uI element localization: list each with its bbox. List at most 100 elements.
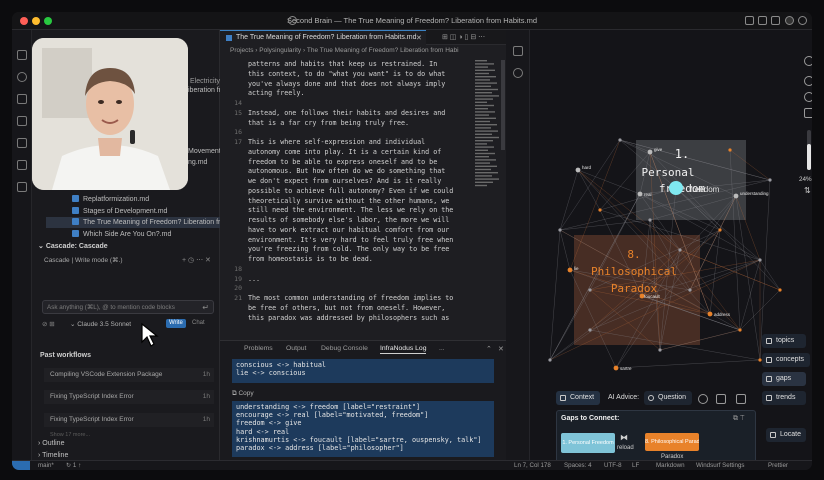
graph-node[interactable] [728,148,732,152]
outline-section[interactable]: › Outline [38,440,64,447]
copy-button[interactable]: ⧉ Copy [232,390,254,398]
graph-node[interactable] [718,228,722,232]
filter-concepts-button[interactable]: concepts [762,353,810,367]
settings-panel-icon[interactable] [736,394,746,404]
graph-node[interactable] [548,358,552,362]
docker-icon[interactable] [17,182,27,192]
expand-vertical-icon[interactable]: ⇅ [804,186,811,195]
locate-button[interactable]: Locate [766,428,806,442]
layers-icon[interactable] [804,108,812,118]
workflow-item[interactable]: Fixing TypeScript Index Error 1h [44,413,214,427]
graph-node[interactable] [567,267,573,273]
model-selector[interactable]: ⌄ Claude 3.5 Sonnet [70,320,131,328]
document-icon[interactable] [513,46,523,56]
context-button[interactable]: Context [556,391,600,405]
workflow-item[interactable]: Fixing TypeScript Index Error 1h [44,390,214,404]
settings-gear-icon[interactable] [798,16,807,25]
account-icon[interactable] [785,16,794,25]
graph-node[interactable] [613,365,619,371]
layout-sidebar-icon[interactable] [745,16,754,25]
graph-node[interactable] [758,258,762,262]
timeline-section[interactable]: › Timeline [38,452,68,459]
graph-node[interactable] [658,348,662,352]
file-item[interactable]: Replatformization.md [72,195,149,203]
question-button[interactable]: Question [644,391,692,405]
cascade-input[interactable]: Ask anything (⌘L), @ to mention code blo… [47,304,175,311]
editor-scrollbar[interactable] [501,60,505,150]
info-icon[interactable] [698,394,708,404]
workflow-item[interactable]: Compiling VSCode Extension Package 1h [44,368,214,382]
file-item-partial[interactable]: Electricity [190,78,220,85]
run-debug-icon[interactable] [17,116,27,126]
reload-label[interactable]: reload [617,445,634,451]
show-more-workflows-link[interactable]: Show 17 more... [50,432,90,438]
panel-collapse-icon[interactable]: ⌃ [486,345,492,353]
graph-node[interactable] [588,288,592,292]
graph-node[interactable] [558,228,562,232]
cascade-attach-icons[interactable]: ⊘ ⊞ [42,320,55,328]
source-control-icon[interactable] [17,94,27,104]
zoom-slider[interactable] [807,130,811,170]
filter-trends-button[interactable]: trends [762,391,806,405]
graph-node[interactable] [648,218,652,222]
layout-panel-icon[interactable] [758,16,767,25]
extensions-icon[interactable] [17,138,27,148]
search-icon[interactable] [288,16,297,25]
remote-indicator[interactable] [12,461,30,470]
file-item[interactable]: Stages of Development.md [72,207,167,215]
tab-more[interactable]: ... [439,345,445,352]
panel-close-icon[interactable]: ✕ [498,345,504,353]
language-status[interactable]: Markdown [656,462,685,469]
cascade-input-box[interactable]: Ask anything (⌘L), @ to mention code blo… [42,300,214,314]
graph-node[interactable] [707,311,713,317]
branch-status[interactable]: main* [38,462,54,469]
graph-node[interactable] [738,328,742,332]
graph-view-icon[interactable] [513,68,523,78]
chat-mode-button[interactable]: Chat [192,320,205,326]
layout-secondary-icon[interactable] [771,16,780,25]
tab-debug-console[interactable]: Debug Console [321,345,368,352]
refresh-icon[interactable] [804,56,812,66]
encoding-status[interactable]: UTF-8 [604,462,622,469]
zoom-in-icon[interactable] [804,76,812,86]
graph-node[interactable] [637,191,643,197]
graph-node[interactable] [688,288,692,292]
indentation-status[interactable]: Spaces: 4 [564,462,592,469]
graph-node[interactable] [647,149,653,155]
reload-icon[interactable]: ⧓ [620,433,628,442]
graph-node[interactable] [618,138,622,142]
tab-infranodus-log[interactable]: InfraNodus Log [380,345,427,354]
send-icon[interactable]: ↵ [202,303,209,312]
close-tab-icon[interactable]: ✕ [416,34,422,42]
search-sidebar-icon[interactable] [17,72,27,82]
graph-node[interactable] [669,181,683,195]
filter-topics-button[interactable]: topics [762,334,806,348]
prettier-status[interactable]: Prettier [768,462,788,469]
sync-status[interactable]: ↻ 1 ↑ [66,462,81,469]
cascade-section-title[interactable]: ⌄ Cascade: Cascade [38,242,108,250]
explorer-icon[interactable] [17,50,27,60]
write-mode-button[interactable]: Write [166,319,186,328]
graph-node[interactable] [733,193,739,199]
file-item[interactable]: Which Side Are You On?.md [72,230,171,238]
graph-node[interactable] [575,167,581,173]
eol-status[interactable]: LF [632,462,639,469]
list-icon[interactable] [716,394,726,404]
editor-actions-icons[interactable]: ⊞ ◫ ◑ ▯ ⊟ ⋯ [442,33,485,41]
zoom-out-icon[interactable] [804,92,812,102]
cursor-position[interactable]: Ln 7, Col 178 [514,462,551,469]
windsurf-settings-status[interactable]: Windsurf Settings [696,462,745,469]
file-item-partial[interactable]: ng.md [188,159,207,166]
gap-left-chip[interactable]: 1. Personal Freedom [561,433,615,453]
minimap[interactable] [474,60,500,190]
tab-output[interactable]: Output [286,345,306,352]
filter-gaps-button[interactable]: gaps [762,372,806,386]
graph-node[interactable] [598,208,602,212]
graph-node[interactable] [678,248,682,252]
editor-tab-active[interactable]: The True Meaning of Freedom? Liberation … [220,30,426,45]
code-editor[interactable]: patterns and habits that keep us restrai… [220,58,470,328]
file-item-active[interactable]: The True Meaning of Freedom? Liberation … [46,217,226,228]
gaps-actions-icons[interactable]: ⧉ ⊤ [733,415,744,423]
tab-problems[interactable]: Problems [244,345,273,352]
remote-explorer-icon[interactable] [17,160,27,170]
